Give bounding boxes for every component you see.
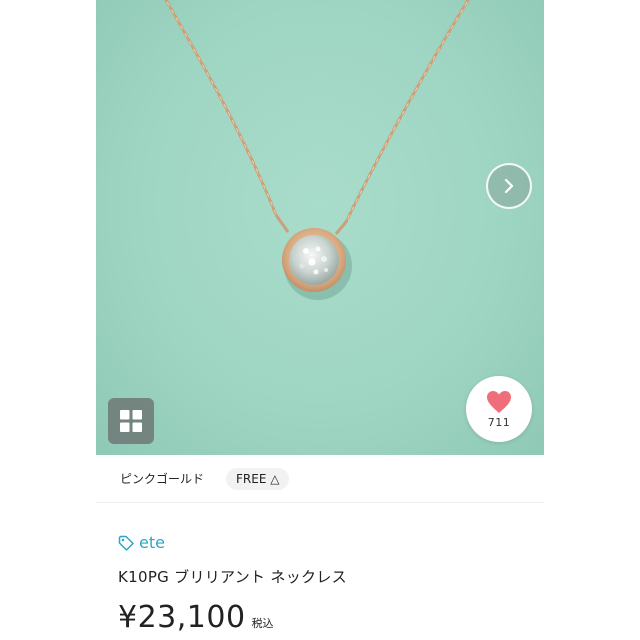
product-price: ¥23,100	[118, 600, 246, 635]
grid-icon	[120, 410, 142, 432]
price-row: ¥23,100 税込	[118, 600, 274, 635]
product-detail: 711 ピンクゴールド FREE △ ete K10PG ブリリアント ネックレ…	[96, 0, 544, 640]
right-margin	[544, 0, 640, 640]
product-image-carousel[interactable]: 711	[96, 0, 544, 455]
left-margin	[0, 0, 96, 640]
product-title: K10PG ブリリアント ネックレス	[118, 568, 347, 586]
tag-icon	[118, 535, 134, 551]
brand-name: ete	[139, 533, 165, 552]
carousel-next-button[interactable]	[486, 163, 532, 209]
brand-link[interactable]: ete	[118, 533, 165, 552]
image-grid-button[interactable]	[108, 398, 154, 444]
heart-icon	[487, 390, 511, 413]
like-count: 711	[487, 415, 511, 429]
variant-size-chip[interactable]: FREE △	[226, 467, 290, 490]
variant-bar: ピンクゴールド FREE △	[96, 455, 544, 503]
variant-color: ピンクゴールド	[120, 472, 205, 486]
chevron-right-icon	[504, 178, 514, 194]
like-button[interactable]: 711	[466, 376, 532, 442]
tax-label: 税込	[251, 617, 274, 630]
